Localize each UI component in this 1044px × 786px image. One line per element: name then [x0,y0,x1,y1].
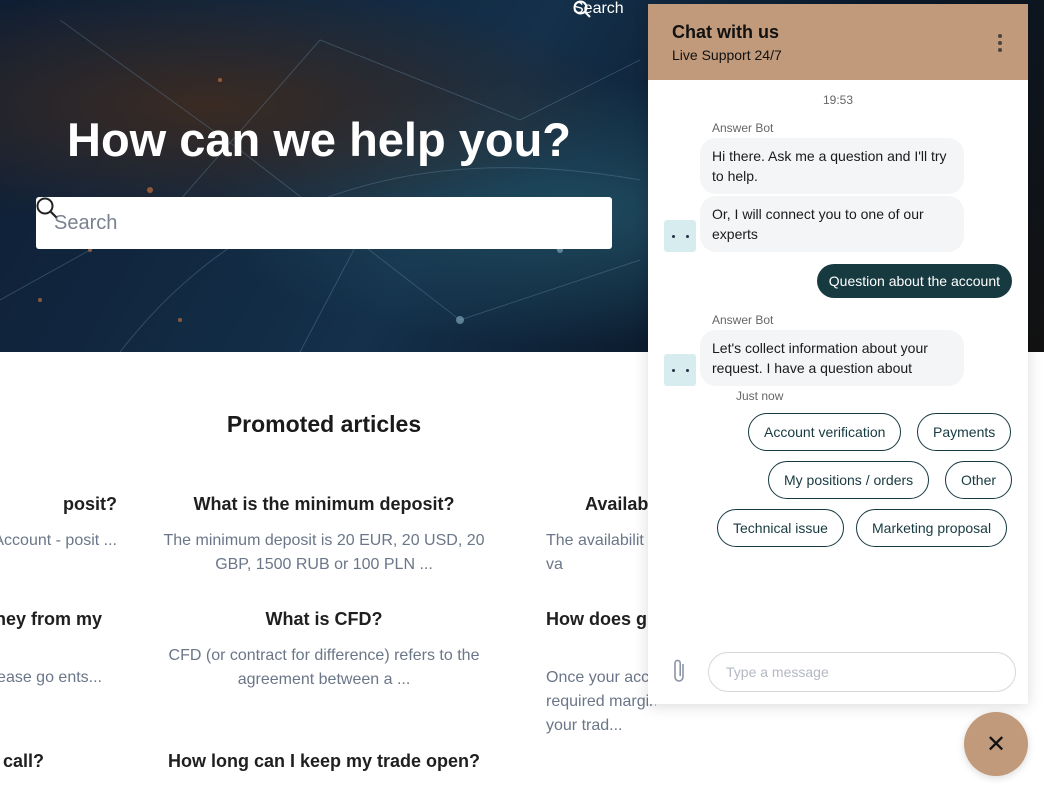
chat-title: Chat with us [672,22,779,42]
article-snippet: App please go ents... [0,669,102,686]
bot-message: Or, I will connect you to one of our exp… [700,196,964,252]
article[interactable]: Availab The availabilit may va [546,494,656,577]
article-snippet: CFD (or contract for difference) refers … [168,647,480,688]
article[interactable]: call? [0,751,44,786]
bot-name: Answer Bot [712,313,774,327]
article-snippet: The availabilit may va [546,532,656,573]
article-title[interactable]: What is the minimum deposit? [154,494,494,515]
article-title[interactable]: call? [0,751,44,772]
page-title: How can we help you? [67,113,572,166]
option-technical-issue[interactable]: Technical issue [717,509,844,547]
search-input[interactable] [54,211,534,235]
article-title[interactable]: posit? [0,494,117,515]
message-input[interactable] [708,652,1016,692]
promoted-articles-title: Promoted articles [226,411,422,437]
article-title[interactable]: ney from my [0,609,102,630]
article-snippet: go to Account - posit ... [0,532,117,549]
close-chat-button[interactable]: ✕ [964,712,1028,776]
article-title[interactable]: Availab [585,494,656,515]
article-snippet: Once your acc required margin, your trad… [546,669,656,734]
search-icon [573,0,591,18]
bot-message: Let's collect information about your req… [700,330,964,386]
article[interactable]: What is the minimum deposit? The minimum … [154,494,494,577]
article[interactable]: How does g Once your acc required margin,… [546,609,656,738]
article-title[interactable]: What is CFD? [154,609,494,630]
attachment-icon[interactable] [672,658,686,684]
bot-avatar [664,354,696,386]
search-icon [36,197,58,219]
option-payments[interactable]: Payments [917,413,1012,451]
option-account-verification[interactable]: Account verification [748,413,902,451]
article-title[interactable]: How long can I keep my trade open? [154,751,494,772]
chat-subtitle: Live Support 24/7 [672,47,782,63]
option-positions-orders[interactable]: My positions / orders [768,461,930,499]
option-marketing-proposal[interactable]: Marketing proposal [856,509,1008,547]
article[interactable]: posit? go to Account - posit ... [0,494,117,553]
article-title[interactable]: How does g [546,609,656,630]
nav-search-link[interactable]: Search [573,0,624,18]
bot-name: Answer Bot [712,121,774,135]
chat-header: Chat with us Live Support 24/7 [648,4,1028,80]
user-message: Question about the account [816,264,1012,298]
bot-message: Hi there. Ask me a question and I'll try… [700,138,964,194]
bot-avatar [664,220,696,252]
close-icon: ✕ [985,730,1007,758]
message-status: Just now [736,389,784,403]
option-other[interactable]: Other [945,461,1013,499]
article[interactable]: ney from my App please go ents... [0,609,102,690]
chat-timestamp: 19:53 [822,93,854,107]
search-box[interactable] [36,197,612,249]
article[interactable]: What is CFD? CFD (or contract for differe… [154,609,494,692]
article-snippet: The minimum deposit is 20 EUR, 20 USD, 2… [163,532,485,573]
article[interactable]: How long can I keep my trade open? [154,751,494,786]
more-options-icon[interactable] [998,34,1002,55]
chat-widget: Chat with us Live Support 24/7 19:53 Ans… [648,4,1028,704]
